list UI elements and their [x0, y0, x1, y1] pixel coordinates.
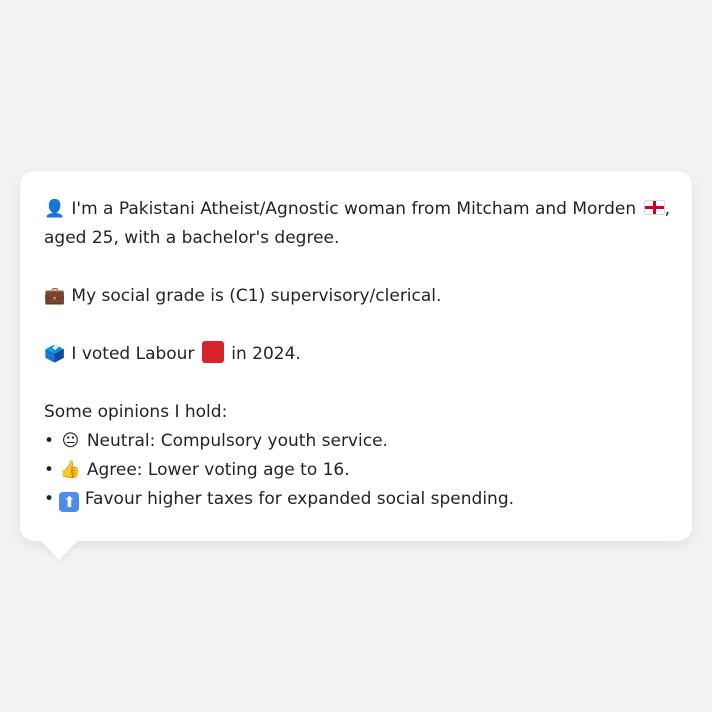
- grade-line: 💼 My social grade is (C1) supervisory/cl…: [44, 282, 668, 311]
- england-flag-icon: [643, 200, 665, 215]
- intro-line-2: aged 25, with a bachelor's degree.: [44, 228, 340, 248]
- ballot-box-icon: 🗳️: [44, 344, 66, 364]
- up-arrow-icon: ⬆: [59, 492, 80, 512]
- briefcase-icon: 💼: [44, 286, 66, 306]
- opinions-heading: Some opinions I hold:: [44, 402, 228, 422]
- opinion-text: Neutral: Compulsory youth service.: [86, 431, 388, 451]
- red-square-icon: [201, 341, 224, 363]
- opinion-item: • 👍 Agree: Lower voting age to 16.: [44, 456, 668, 485]
- vote-line: 🗳️ I voted Labour in 2024.: [44, 340, 668, 369]
- bubble-tail: [40, 540, 78, 560]
- opinion-text: Agree: Lower voting age to 16.: [86, 460, 350, 480]
- bullet: •: [44, 431, 55, 451]
- persona-message-bubble: 👤 I'm a Pakistani Atheist/Agnostic woman…: [20, 171, 692, 541]
- grade-text: My social grade is (C1) supervisory/cler…: [71, 286, 442, 306]
- person-icon: 👤: [44, 199, 66, 219]
- opinion-item: • 😐 Neutral: Compulsory youth service.: [44, 427, 668, 456]
- opinion-text: Favour higher taxes for expanded social …: [84, 489, 515, 509]
- intro-line: 👤 I'm a Pakistani Atheist/Agnostic woman…: [44, 195, 670, 224]
- bullet: •: [44, 489, 55, 509]
- vote-text: I voted Labour: [71, 344, 195, 364]
- opinion-item: • ⬆ Favour higher taxes for expanded soc…: [44, 485, 668, 514]
- intro-text: I'm a Pakistani Atheist/Agnostic woman f…: [71, 199, 637, 219]
- intro-comma: ,: [664, 199, 670, 219]
- neutral-face-icon: 😐: [61, 431, 80, 451]
- vote-year-text: in 2024.: [231, 344, 301, 364]
- bullet: •: [44, 460, 55, 480]
- thumbs-up-icon: 👍: [59, 460, 82, 480]
